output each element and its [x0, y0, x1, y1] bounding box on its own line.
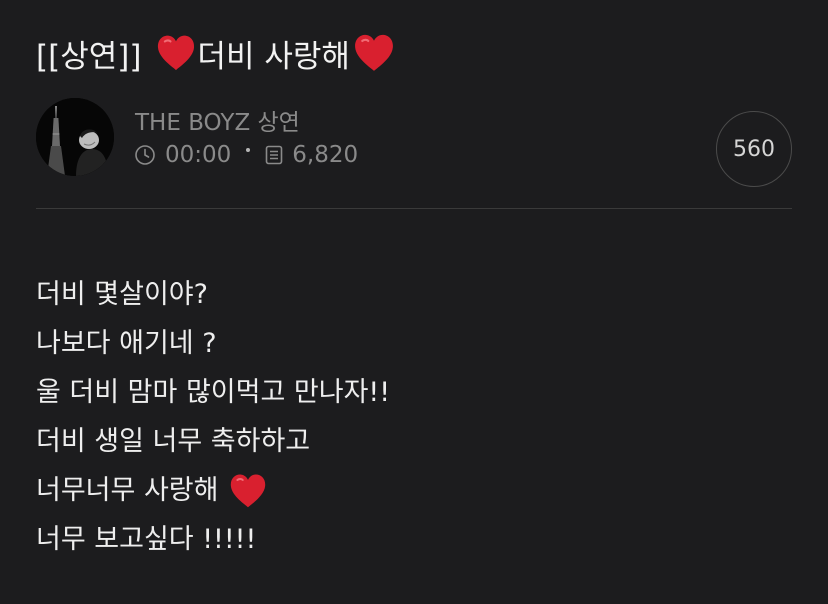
post-title-prefix: [[상연]] [36, 38, 142, 75]
body-line: 더비 몇살이야? [36, 279, 208, 310]
heart-icon [155, 32, 197, 74]
post-body: 더비 몇살이야? 나보다 애기네 ? 울 더비 맘마 많이먹고 만나자!! 더비… [36, 270, 796, 564]
body-line: 울 더비 맘마 많이먹고 만나자!! [36, 377, 391, 408]
body-line: 나보다 애기네 ? [36, 328, 217, 359]
body-line: 너무 보고싶다 !!!!! [36, 524, 257, 555]
document-icon [263, 144, 285, 166]
separator-dot [246, 148, 251, 152]
heart-icon [228, 471, 268, 511]
body-line-with-heart: 너무너무 사랑해 [36, 466, 796, 515]
body-line: 더비 생일 너무 축하하고 [36, 426, 311, 457]
channel-name[interactable]: THE BOYZ 상연 [135, 103, 300, 137]
avatar[interactable] [36, 98, 114, 176]
post-meta: 00:00 6,820 [134, 142, 358, 168]
post-title-text: 더비 사랑해 [197, 38, 350, 75]
like-count-button[interactable]: 560 [716, 111, 792, 187]
view-count: 6,820 [292, 142, 359, 168]
body-line-text: 너무너무 사랑해 [36, 475, 219, 506]
clock-icon [134, 144, 156, 166]
post-page: [[상연]] 더비 사랑해 THE BOYZ 상연 00:00 6,820 56… [0, 0, 828, 604]
heart-icon [352, 31, 396, 75]
post-time: 00:00 [165, 142, 232, 168]
like-count: 560 [733, 136, 775, 162]
post-title: [[상연]] 더비 사랑해 [36, 28, 396, 78]
post-header: THE BOYZ 상연 00:00 6,820 560 [36, 98, 792, 187]
divider [36, 208, 792, 209]
